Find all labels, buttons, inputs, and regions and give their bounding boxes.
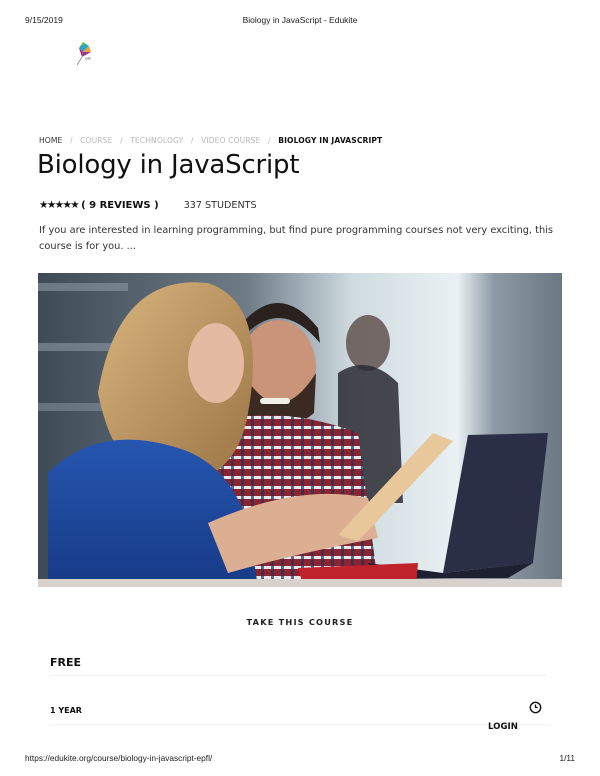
- kite-logo-icon: edk: [76, 42, 91, 66]
- breadcrumb-home[interactable]: HOME: [39, 136, 62, 145]
- course-description: If you are interested in learning progra…: [39, 225, 554, 252]
- print-header: 9/15/2019 Biology in JavaScript - Edukit…: [0, 15, 600, 29]
- course-hero-image: [38, 273, 562, 587]
- breadcrumb-separator: /: [69, 136, 73, 145]
- hero-photo: [38, 273, 562, 587]
- reviews-count[interactable]: ( 9 REVIEWS ): [81, 200, 159, 211]
- divider: [50, 675, 547, 676]
- rating-stars-icon: ★★★★★: [39, 198, 80, 211]
- breadcrumb-current: BIOLOGY IN JAVASCRIPT: [278, 136, 383, 145]
- print-url: https://edukite.org/course/biology-in-ja…: [25, 753, 213, 763]
- breadcrumb-separator: /: [268, 136, 271, 145]
- breadcrumb-separator: /: [120, 136, 123, 145]
- breadcrumb: HOME / COURSE / TECHNOLOGY / VIDEO COURS…: [39, 136, 382, 145]
- print-page-number: 1/11: [559, 753, 575, 763]
- course-meta: ★★★★★ ( 9 REVIEWS ) 337 STUDENTS: [39, 197, 257, 213]
- print-footer: https://edukite.org/course/biology-in-ja…: [0, 753, 600, 767]
- site-logo[interactable]: edk: [74, 40, 96, 66]
- divider: [50, 724, 550, 725]
- page-title: Biology in JavaScript: [37, 150, 300, 180]
- clock-icon: [529, 701, 542, 714]
- print-page-title: Biology in JavaScript - Edukite: [242, 15, 358, 25]
- breadcrumb-technology[interactable]: TECHNOLOGY: [130, 136, 183, 145]
- students-count: 337 STUDENTS: [183, 199, 257, 211]
- breadcrumb-separator: /: [190, 136, 194, 145]
- breadcrumb-course[interactable]: COURSE: [80, 136, 112, 145]
- course-duration: 1 YEAR: [50, 706, 82, 715]
- login-button[interactable]: LOGIN: [488, 722, 518, 732]
- take-course-heading: TAKE THIS COURSE: [246, 617, 354, 627]
- breadcrumb-video-course[interactable]: VIDEO COURSE: [201, 136, 260, 145]
- course-price: FREE: [50, 656, 82, 669]
- svg-text:edk: edk: [85, 57, 91, 61]
